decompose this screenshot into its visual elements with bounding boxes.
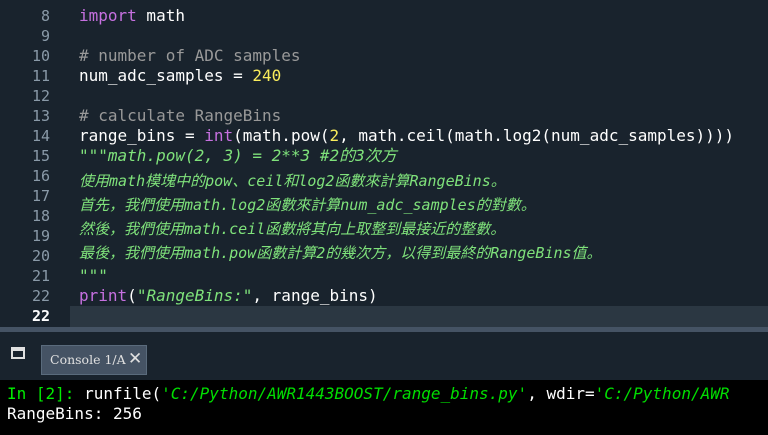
docstring-line[interactable]: 使用math模塊中的pow、ceil和log2函數來計算RangeBins。 [79,171,506,191]
code-text: range_bins = [79,126,205,145]
string-literal: "RangeBins:" [136,286,253,305]
console-string: 'C:/Python/AWR1443BOOST/range_bins.py' [161,384,528,403]
window-icon[interactable] [11,347,25,359]
code-line[interactable]: range_bins = int(math.pow(2, math.ceil(m… [79,126,734,146]
code-line[interactable]: print("RangeBins:", range_bins) [79,286,378,306]
console-text: runfile( [74,384,162,403]
code-text: math [136,6,185,25]
console-string: 'C:/Python/AWR [594,384,730,403]
code-comment[interactable]: # number of ADC samples [79,46,301,66]
current-line-number: 22 [31,307,50,325]
console-text: , wdir= [527,384,595,403]
console-prompt: In [2]: [7,384,75,403]
code-text: , range_bins) [252,286,378,305]
close-icon[interactable]: ✕ [128,349,142,369]
line-number: 12 [31,87,50,105]
line-number: 10 [31,47,50,65]
line-number: 22 [31,287,50,305]
docstring-line[interactable]: 然後，我們使用math.ceil函數將其向上取整到最接近的整數。 [79,219,505,239]
docstring-line[interactable]: 首先，我們使用math.log2函數來計算num_adc_samples的對數。 [79,195,536,215]
line-number: 14 [31,127,50,145]
line-number: 19 [31,227,50,245]
line-number: 21 [31,267,50,285]
console-result: RangeBins: 256 [7,404,142,423]
console-tab-label: Console 1/A [50,352,126,367]
code-text: ( [127,286,137,305]
line-number: 13 [31,107,50,125]
code-text: (math.pow( [233,126,330,145]
builtin: int [204,126,234,145]
code-text: num_adc_samples = [79,66,253,85]
console-output[interactable]: In [2]: runfile('C:/Python/AWR1443BOOST/… [0,380,768,435]
number-literal: 240 [252,66,282,85]
docstring-line[interactable]: 最後，我們使用math.pow函數計算2的幾次方，以得到最終的RangeBins… [79,243,602,263]
builtin: print [79,286,128,305]
line-number: 15 [31,147,50,165]
line-number: 20 [31,247,50,265]
code-line[interactable]: import math [79,6,185,26]
line-number-gutter: 8 9 10 11 12 13 14 15 16 17 18 19 20 21 … [0,0,63,327]
line-number: 17 [31,187,50,205]
line-number: 9 [40,27,50,45]
code-text: , math.ceil(math.log2(num_adc_samples)))… [339,126,735,145]
keyword: import [79,6,137,25]
line-number: 11 [31,67,50,85]
code-line[interactable]: num_adc_samples = 240 [79,66,281,86]
number-literal: 2 [329,126,340,145]
line-number: 16 [31,167,50,185]
line-number: 8 [40,7,50,25]
console-input-line: In [2]: runfile('C:/Python/AWR1443BOOST/… [7,384,729,404]
line-number: 18 [31,207,50,225]
current-line-highlight[interactable] [70,306,768,327]
docstring-line[interactable]: """math.pow(2, 3) = 2**3 #2的3次方 [79,146,397,166]
console-tab[interactable]: Console 1/A ✕ [41,345,147,375]
code-comment[interactable]: # calculate RangeBins [79,106,281,126]
code-editor[interactable]: 8 9 10 11 12 13 14 15 16 17 18 19 20 21 … [0,0,768,327]
docstring-line[interactable]: """ [79,266,108,286]
